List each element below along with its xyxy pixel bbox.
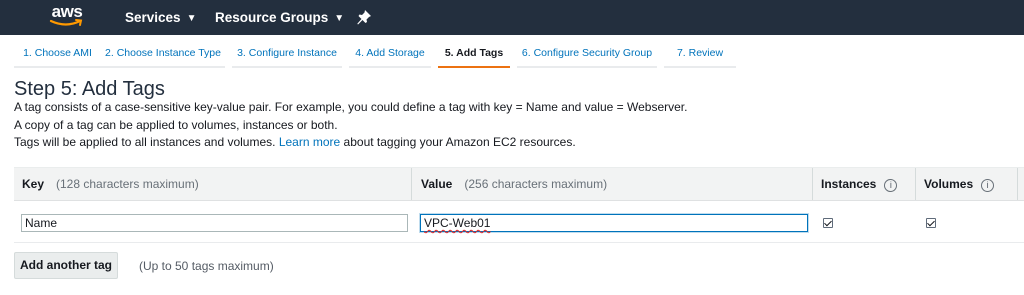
value-header-label: Value (421, 177, 453, 191)
services-label: Services (125, 10, 181, 25)
table-row: Name VPC-Web01 (14, 202, 1024, 243)
tab-choose-instance-type[interactable]: 2. Choose Instance Type (101, 41, 225, 68)
services-menu[interactable]: Services ▼ (125, 0, 196, 35)
tab-choose-ami[interactable]: 1. Choose AMI (14, 41, 101, 68)
volumes-header-label: Volumes (924, 177, 974, 191)
description-text-end: about tagging your Amazon EC2 resources. (343, 135, 576, 149)
tag-value-value: VPC-Web01 (424, 216, 491, 230)
tab-configure-security-group[interactable]: 6. Configure Security Group (517, 41, 657, 68)
top-navigation-bar: aws Services ▼ Resource Groups ▼ (0, 0, 1024, 35)
volumes-column-header: Volumes i (924, 168, 995, 200)
learn-more-link[interactable]: Learn more (279, 135, 340, 149)
add-tag-limit-hint: (Up to 50 tags maximum) (139, 259, 274, 273)
tab-review[interactable]: 7. Review (664, 41, 736, 68)
instances-checkbox[interactable] (823, 218, 833, 228)
tab-add-storage[interactable]: 4. Add Storage (349, 41, 431, 68)
key-header-label: Key (22, 177, 45, 191)
key-header-hint: (128 characters maximum) (56, 177, 199, 191)
tags-table-header: Key (128 characters maximum) Value (256 ch… (14, 167, 1024, 201)
volumes-checkbox[interactable] (926, 218, 936, 228)
value-column-header: Value (256 characters maximum) (421, 168, 607, 200)
chevron-down-icon: ▼ (186, 13, 197, 24)
resource-groups-label: Resource Groups (215, 10, 329, 25)
info-icon[interactable]: i (981, 179, 995, 192)
instances-column-header: Instances i (821, 168, 898, 200)
tab-configure-instance[interactable]: 3. Configure Instance (232, 41, 342, 68)
column-divider (915, 168, 916, 200)
aws-logo[interactable]: aws (47, 2, 87, 32)
column-divider (1017, 168, 1018, 200)
wizard-steps: 1. Choose AMI 2. Choose Instance Type 3.… (0, 41, 1024, 68)
info-icon[interactable]: i (884, 179, 898, 192)
value-header-hint: (256 characters maximum) (464, 177, 608, 191)
instances-header-label: Instances (821, 177, 877, 191)
tab-add-tags[interactable]: 5. Add Tags (438, 41, 510, 68)
resource-groups-menu[interactable]: Resource Groups ▼ (215, 0, 344, 35)
description-text: Tags will be applied to all instances an… (14, 135, 276, 149)
description-line-3: Tags will be applied to all instances an… (14, 135, 576, 149)
aws-smile-icon (49, 19, 83, 26)
key-column-header: Key (128 characters maximum) (22, 168, 199, 200)
pin-icon[interactable] (356, 9, 372, 25)
tag-value-input[interactable]: VPC-Web01 (420, 214, 808, 232)
tag-key-value: Name (25, 216, 58, 230)
description-line-2: A copy of a tag can be applied to volume… (14, 118, 338, 132)
chevron-down-icon: ▼ (334, 13, 345, 24)
column-divider (812, 168, 813, 200)
column-divider (411, 168, 412, 200)
add-another-tag-button[interactable]: Add another tag (14, 252, 118, 279)
page-title: Step 5: Add Tags (14, 78, 165, 100)
description-line-1: A tag consists of a case-sensitive key-v… (14, 100, 688, 114)
tag-key-input[interactable]: Name (21, 214, 408, 232)
